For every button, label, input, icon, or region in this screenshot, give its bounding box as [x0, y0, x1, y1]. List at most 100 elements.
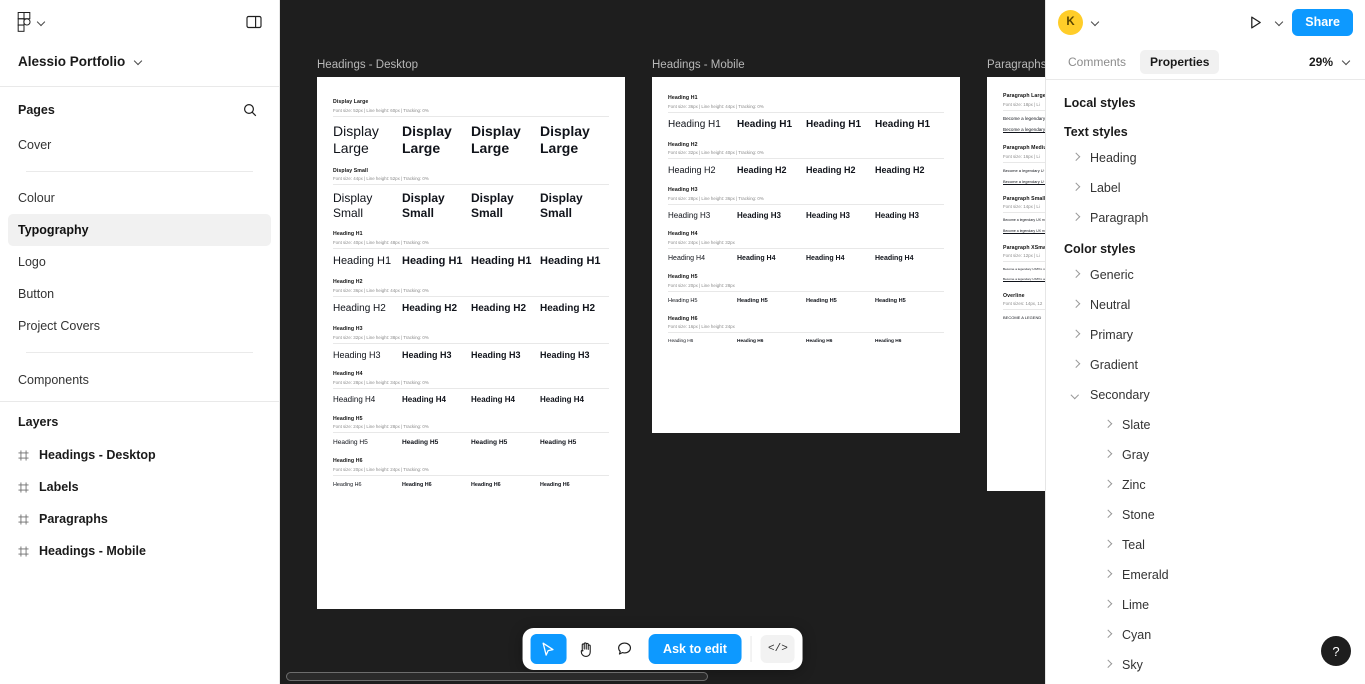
page-item-colour[interactable]: Colour: [8, 182, 271, 214]
pages-label: Pages: [18, 103, 55, 117]
style-row-gradient[interactable]: Gradient: [1046, 350, 1365, 380]
style-row-label: Primary: [1090, 328, 1134, 342]
file-name-row[interactable]: Alessio Portfolio: [0, 44, 279, 78]
page-item-logo[interactable]: Logo: [8, 246, 271, 278]
chevron-right-icon[interactable]: [1072, 361, 1080, 369]
frame-body-paragraphs[interactable]: Paragraph Large Font size: 18px | Li Becom…: [987, 77, 1045, 491]
style-row-teal[interactable]: Teal: [1046, 530, 1365, 560]
comment-tool-button[interactable]: [606, 634, 642, 664]
style-row-emerald[interactable]: Emerald: [1046, 560, 1365, 590]
right-panel-tabs: Comments Properties 29%: [1046, 44, 1365, 80]
frame-body-headings-mobile[interactable]: Heading H1 Font size: 36px | Line height:…: [652, 77, 960, 433]
frame-label[interactable]: Headings - Desktop: [317, 59, 625, 71]
style-row-stone[interactable]: Stone: [1046, 500, 1365, 530]
chevron-right-icon[interactable]: [1104, 421, 1112, 429]
spec-sample: Display Small: [402, 191, 445, 220]
tab-properties[interactable]: Properties: [1140, 49, 1220, 74]
play-icon: [1250, 15, 1261, 29]
spec-title: Heading H1: [333, 231, 363, 238]
spec-sample: Heading H2: [737, 165, 787, 176]
layer-item-headings-desktop[interactable]: Headings - Desktop: [0, 439, 279, 471]
horizontal-scrollbar[interactable]: [286, 672, 1039, 681]
chevron-right-icon[interactable]: [1104, 451, 1112, 459]
layer-item-labels[interactable]: Labels: [0, 471, 279, 503]
help-button[interactable]: ?: [1321, 636, 1351, 666]
spec-meta: Font size: 24px | Line height: 32px: [668, 240, 944, 249]
zoom-chevron-icon[interactable]: [1342, 57, 1351, 66]
chevron-right-icon[interactable]: [1072, 154, 1080, 162]
spec-sample: Heading H1: [471, 254, 532, 267]
dev-mode-button[interactable]: </>: [760, 635, 795, 663]
style-row-zinc[interactable]: Zinc: [1046, 470, 1365, 500]
chevron-right-icon[interactable]: [1104, 481, 1112, 489]
typography-spec-group: Heading H1 Font size: 40px | Line height:…: [333, 231, 609, 268]
ask-to-edit-button[interactable]: Ask to edit: [648, 634, 742, 664]
avatar[interactable]: K: [1058, 9, 1083, 35]
chevron-right-icon[interactable]: [1072, 271, 1080, 279]
zoom-control[interactable]: 29%: [1309, 55, 1353, 69]
chevron-right-icon[interactable]: [1072, 331, 1080, 339]
hand-tool-button[interactable]: [568, 634, 604, 664]
present-button[interactable]: [1243, 10, 1267, 34]
style-row-label[interactable]: Label: [1046, 173, 1365, 203]
page-item-cover[interactable]: Cover: [8, 129, 271, 161]
frame-headings-mobile[interactable]: Headings - Mobile Heading H1 Font size: 3…: [652, 59, 960, 433]
present-options-chevron-icon[interactable]: [1275, 18, 1284, 27]
avatar-chevron-icon[interactable]: [1091, 18, 1100, 27]
frame-body-headings-desktop[interactable]: Display Large Font size: 52px | Line heig…: [317, 77, 625, 609]
style-row-cyan[interactable]: Cyan: [1046, 620, 1365, 650]
chevron-right-icon[interactable]: [1072, 184, 1080, 192]
design-canvas[interactable]: Headings - Desktop Display Large Font siz…: [280, 0, 1045, 684]
spec-sample: Heading H6: [806, 339, 833, 345]
style-row-label: Neutral: [1090, 298, 1131, 312]
style-row-primary[interactable]: Primary: [1046, 320, 1365, 350]
chevron-right-icon[interactable]: [1072, 301, 1080, 309]
chevron-right-icon[interactable]: [1104, 571, 1112, 579]
page-label: Cover: [18, 138, 52, 152]
chevron-right-icon[interactable]: [1104, 511, 1112, 519]
spec-title: Paragraph Medium: [1003, 145, 1045, 152]
scrollbar-thumb[interactable]: [286, 672, 708, 681]
frame-icon: [18, 545, 29, 557]
style-row-secondary[interactable]: Secondary: [1046, 380, 1365, 410]
page-item-project-covers[interactable]: Project Covers: [8, 310, 271, 342]
style-row-sky[interactable]: Sky: [1046, 650, 1365, 680]
frame-headings-desktop[interactable]: Headings - Desktop Display Large Font siz…: [317, 59, 625, 609]
page-item-typography[interactable]: Typography: [8, 214, 271, 246]
chevron-right-icon[interactable]: [1104, 661, 1112, 669]
tab-comments[interactable]: Comments: [1058, 50, 1136, 74]
style-row-neutral[interactable]: Neutral: [1046, 290, 1365, 320]
toggle-panel-button[interactable]: [243, 11, 265, 33]
typography-spec-group: Heading H3 Font size: 32px | Line height:…: [333, 326, 609, 360]
frame-paragraphs[interactable]: Paragraphs Paragraph Large Font size: 18p…: [987, 59, 1045, 491]
layer-item-headings-mobile[interactable]: Headings - Mobile: [0, 535, 279, 567]
chevron-right-icon[interactable]: [1072, 214, 1080, 222]
frame-label[interactable]: Paragraphs: [987, 59, 1045, 71]
frame-icon: [18, 449, 29, 461]
components-section[interactable]: Components: [0, 363, 279, 401]
file-menu-chevron-icon[interactable]: [134, 57, 143, 66]
spec-sample-row: Heading H6 Heading H6 Heading H6 Heading H6: [668, 339, 944, 345]
style-row-paragraph[interactable]: Paragraph: [1046, 203, 1365, 233]
search-icon[interactable]: [239, 99, 261, 121]
style-row-heading[interactable]: Heading: [1046, 143, 1365, 173]
chevron-right-icon[interactable]: [1104, 631, 1112, 639]
spec-sample: Heading H1: [402, 254, 463, 267]
chevron-right-icon[interactable]: [1104, 541, 1112, 549]
style-row-gray[interactable]: Gray: [1046, 440, 1365, 470]
spec-sample: Heading H4: [402, 394, 447, 404]
frame-label[interactable]: Headings - Mobile: [652, 59, 960, 71]
frame-icon: [18, 481, 29, 493]
spec-sample: Heading H6: [875, 339, 902, 345]
move-tool-button[interactable]: [530, 634, 567, 664]
layer-item-paragraphs[interactable]: Paragraphs: [0, 503, 279, 535]
figma-menu-button[interactable]: [14, 9, 49, 35]
spec-sample: Heading H3: [668, 210, 711, 220]
chevron-down-icon[interactable]: [1072, 391, 1080, 399]
style-row-lime[interactable]: Lime: [1046, 590, 1365, 620]
share-button[interactable]: Share: [1292, 8, 1353, 36]
chevron-right-icon[interactable]: [1104, 601, 1112, 609]
style-row-slate[interactable]: Slate: [1046, 410, 1365, 440]
page-item-button[interactable]: Button: [8, 278, 271, 310]
style-row-generic[interactable]: Generic: [1046, 260, 1365, 290]
